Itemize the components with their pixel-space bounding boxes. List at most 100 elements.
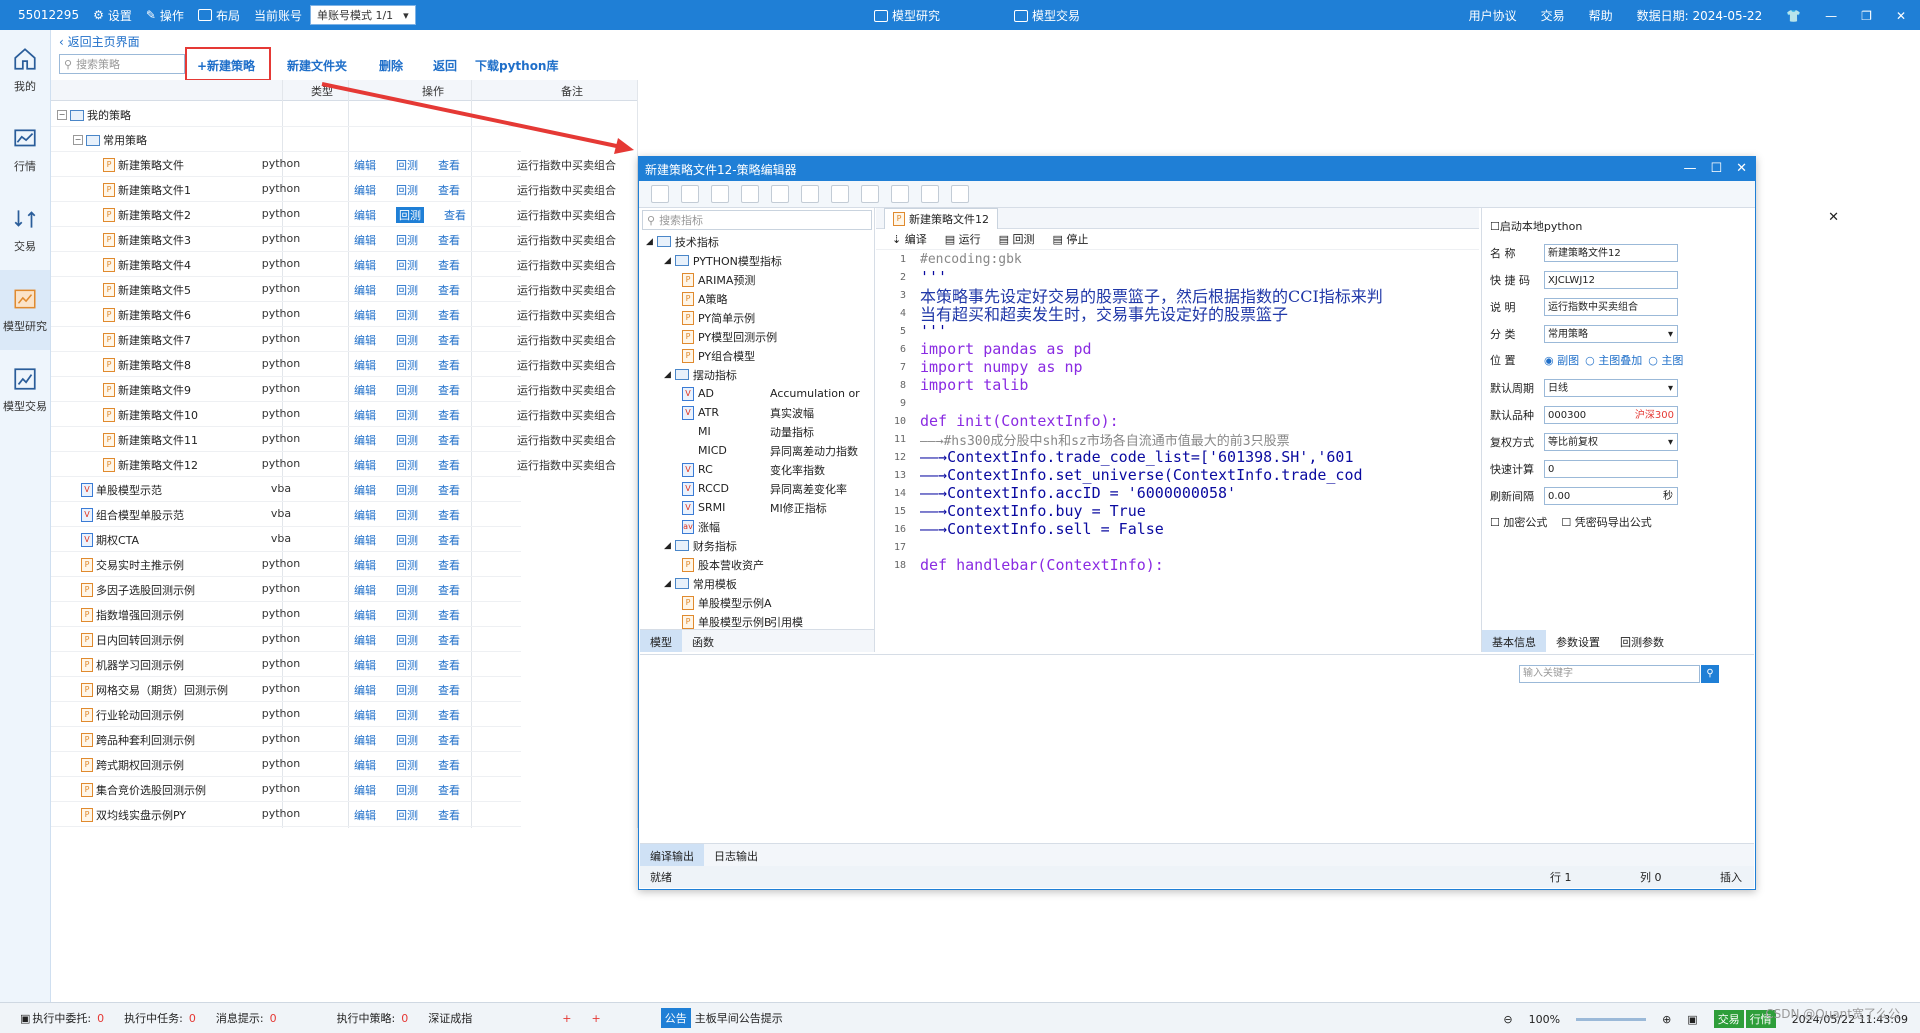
table-row[interactable]: P 新建策略文件9 python 编辑 回测 查看 运行指数中买卖组合	[51, 377, 616, 402]
adjust-select[interactable]: 等比前复权 ▾	[1544, 433, 1678, 451]
zoom-out-icon[interactable]: ⊖	[1503, 1013, 1512, 1026]
tree-folder-root[interactable]: − 我的策略	[51, 102, 521, 127]
code-editor[interactable]: 1 #encoding:gbk 2 ''' 3 本策略事先设定好交易的股票篮子，然后根据指…	[876, 250, 1479, 575]
new-strategy-button[interactable]: +新建策略	[197, 57, 255, 74]
table-row[interactable]: P 新建策略文件10 python 编辑 回测 查看 运行指数中买卖组合	[51, 402, 616, 427]
edit-link[interactable]: 编辑	[354, 232, 376, 248]
view-link[interactable]: 查看	[438, 182, 460, 198]
indicator-item[interactable]: P ARIMA预测	[640, 270, 874, 289]
edit-link[interactable]: 编辑	[354, 707, 376, 723]
view-link[interactable]: 查看	[438, 782, 460, 798]
back-button[interactable]: 返回	[433, 57, 457, 74]
backtest-link[interactable]: 回测	[396, 532, 418, 548]
view-link[interactable]: 查看	[438, 807, 460, 823]
edit-link[interactable]: 编辑	[354, 382, 376, 398]
doc2-icon[interactable]	[891, 185, 909, 203]
table-row[interactable]: P 新建策略文件5 python 编辑 回测 查看 运行指数中买卖组合	[51, 277, 616, 302]
name-field[interactable]: 新建策略文件12	[1544, 244, 1678, 262]
table-row[interactable]: V 组合模型单股示范 vba 编辑 回测 查看	[51, 502, 521, 527]
screen-icon[interactable]: ▣	[1687, 1013, 1697, 1026]
stop-button[interactable]: ▤ 停止	[1053, 231, 1089, 247]
indicator-folder[interactable]: ◢ 财务指标	[640, 536, 874, 555]
chevron-down-icon[interactable]: ◢	[664, 256, 671, 266]
view-link[interactable]: 查看	[438, 507, 460, 523]
table-row[interactable]: P 双均线实盘示例PY python 编辑 回测 查看	[51, 802, 521, 827]
backtest-link[interactable]: 回测	[396, 432, 418, 448]
position-radio-overlay[interactable]: ○ 主图叠加	[1585, 352, 1642, 368]
edit-link[interactable]: 编辑	[354, 607, 376, 623]
edit-link[interactable]: 编辑	[354, 532, 376, 548]
backtest-link[interactable]: 回测	[396, 157, 418, 173]
desc-field[interactable]: 运行指数中买卖组合	[1544, 298, 1678, 316]
settings-icon[interactable]	[951, 185, 969, 203]
nav-item-trade[interactable]: 交易	[0, 190, 50, 270]
edit-link[interactable]: 编辑	[354, 782, 376, 798]
table-row[interactable]: P 集合竞价选股回测示例 python 编辑 回测 查看	[51, 777, 521, 802]
view-link[interactable]: 查看	[444, 207, 466, 223]
tab-model-research[interactable]: 模型研究	[874, 7, 940, 24]
indicator-item[interactable]: P PY组合模型	[640, 346, 874, 365]
backtest-link[interactable]: 回测	[396, 257, 418, 273]
tab-model[interactable]: 模型	[640, 630, 682, 652]
indicator-item[interactable]: V ATR 真实波幅	[640, 403, 874, 422]
view-link[interactable]: 查看	[438, 707, 460, 723]
edit-link[interactable]: 编辑	[354, 432, 376, 448]
edit-link[interactable]: 编辑	[354, 457, 376, 473]
edit-link[interactable]: 编辑	[354, 357, 376, 373]
backtest-link[interactable]: 回测	[396, 632, 418, 648]
indicator-item[interactable]: V AD Accumulation or	[640, 384, 874, 403]
backtest-link[interactable]: 回测	[396, 507, 418, 523]
close-tab-icon[interactable]: ✕	[1828, 210, 1839, 225]
user-agreement-link[interactable]: 用户协议	[1469, 7, 1517, 24]
table-row[interactable]: P 新建策略文件1 python 编辑 回测 查看 运行指数中买卖组合	[51, 177, 616, 202]
indicator-search-input[interactable]: ⚲ 搜索指标	[642, 210, 872, 230]
compile-button[interactable]: ⇣ 编译	[892, 231, 927, 247]
backtest-link[interactable]: 回测	[396, 407, 418, 423]
view-link[interactable]: 查看	[438, 332, 460, 348]
backtest-link[interactable]: 回测	[396, 682, 418, 698]
edit-link[interactable]: 编辑	[354, 632, 376, 648]
edit-link[interactable]: 编辑	[354, 807, 376, 823]
view-link[interactable]: 查看	[438, 757, 460, 773]
view-link[interactable]: 查看	[438, 307, 460, 323]
indicator-item[interactable]: V RC 变化率指数	[640, 460, 874, 479]
doc-icon[interactable]	[861, 185, 879, 203]
nav-item-mine[interactable]: 我的	[0, 30, 50, 110]
view-link[interactable]: 查看	[438, 382, 460, 398]
table-row[interactable]: P 新建策略文件 python 编辑 回测 查看 运行指数中买卖组合	[51, 152, 616, 177]
encrypt-formula-checkbox[interactable]: ☐ 加密公式	[1490, 514, 1547, 530]
strategy-search-input[interactable]: ⚲ 搜索策略	[59, 54, 185, 74]
indicator-folder[interactable]: ◢ PYTHON模型指标	[640, 251, 874, 270]
edit-link[interactable]: 编辑	[354, 157, 376, 173]
export-password-checkbox[interactable]: ☐ 凭密码导出公式	[1561, 514, 1651, 530]
tab-compile-output[interactable]: 编译输出	[640, 844, 704, 866]
start-local-python-checkbox[interactable]: ☐ 启动本地python	[1490, 218, 1582, 234]
edit-link[interactable]: 编辑	[354, 732, 376, 748]
edit-link[interactable]: 编辑	[354, 507, 376, 523]
edit-link[interactable]: 编辑	[354, 332, 376, 348]
table-row[interactable]: P 跨品种套利回测示例 python 编辑 回测 查看	[51, 727, 521, 752]
backtest-link[interactable]: 回测	[396, 207, 424, 223]
pending-orders[interactable]: ▣ 执行中委托: 0	[20, 1010, 104, 1026]
settings-menu[interactable]: ⚙ 设置	[93, 7, 132, 24]
view-link[interactable]: 查看	[438, 232, 460, 248]
table-row[interactable]: V 期权CTA vba 编辑 回测 查看	[51, 527, 521, 552]
position-radio-sub[interactable]: ◉ 副图	[1544, 352, 1579, 368]
table-row[interactable]: P 指数增强回测示例 python 编辑 回测 查看	[51, 602, 521, 627]
refresh-field[interactable]: 0.00 秒	[1544, 487, 1678, 505]
edit-link[interactable]: 编辑	[354, 282, 376, 298]
table-row[interactable]: P 新建策略文件8 python 编辑 回测 查看 运行指数中买卖组合	[51, 352, 616, 377]
view-link[interactable]: 查看	[438, 157, 460, 173]
view-link[interactable]: 查看	[438, 632, 460, 648]
nav-item-model-research[interactable]: 模型研究	[0, 270, 50, 350]
chevron-down-icon[interactable]: ◢	[664, 541, 671, 551]
table-row[interactable]: P 新建策略文件12 python 编辑 回测 查看 运行指数中买卖组合	[51, 452, 616, 477]
indicator-item[interactable]: V SRMI MI修正指标	[640, 498, 874, 517]
shirt-icon[interactable]: 👕	[1786, 9, 1801, 23]
font-increase-icon[interactable]	[741, 185, 759, 203]
running-strategies[interactable]: 执行中策略: 0	[337, 1010, 409, 1026]
indicator-item[interactable]: P PY简单示例	[640, 308, 874, 327]
product-field[interactable]: 000300 沪深300	[1544, 406, 1678, 424]
edit-link[interactable]: 编辑	[354, 657, 376, 673]
backtest-link[interactable]: 回测	[396, 557, 418, 573]
